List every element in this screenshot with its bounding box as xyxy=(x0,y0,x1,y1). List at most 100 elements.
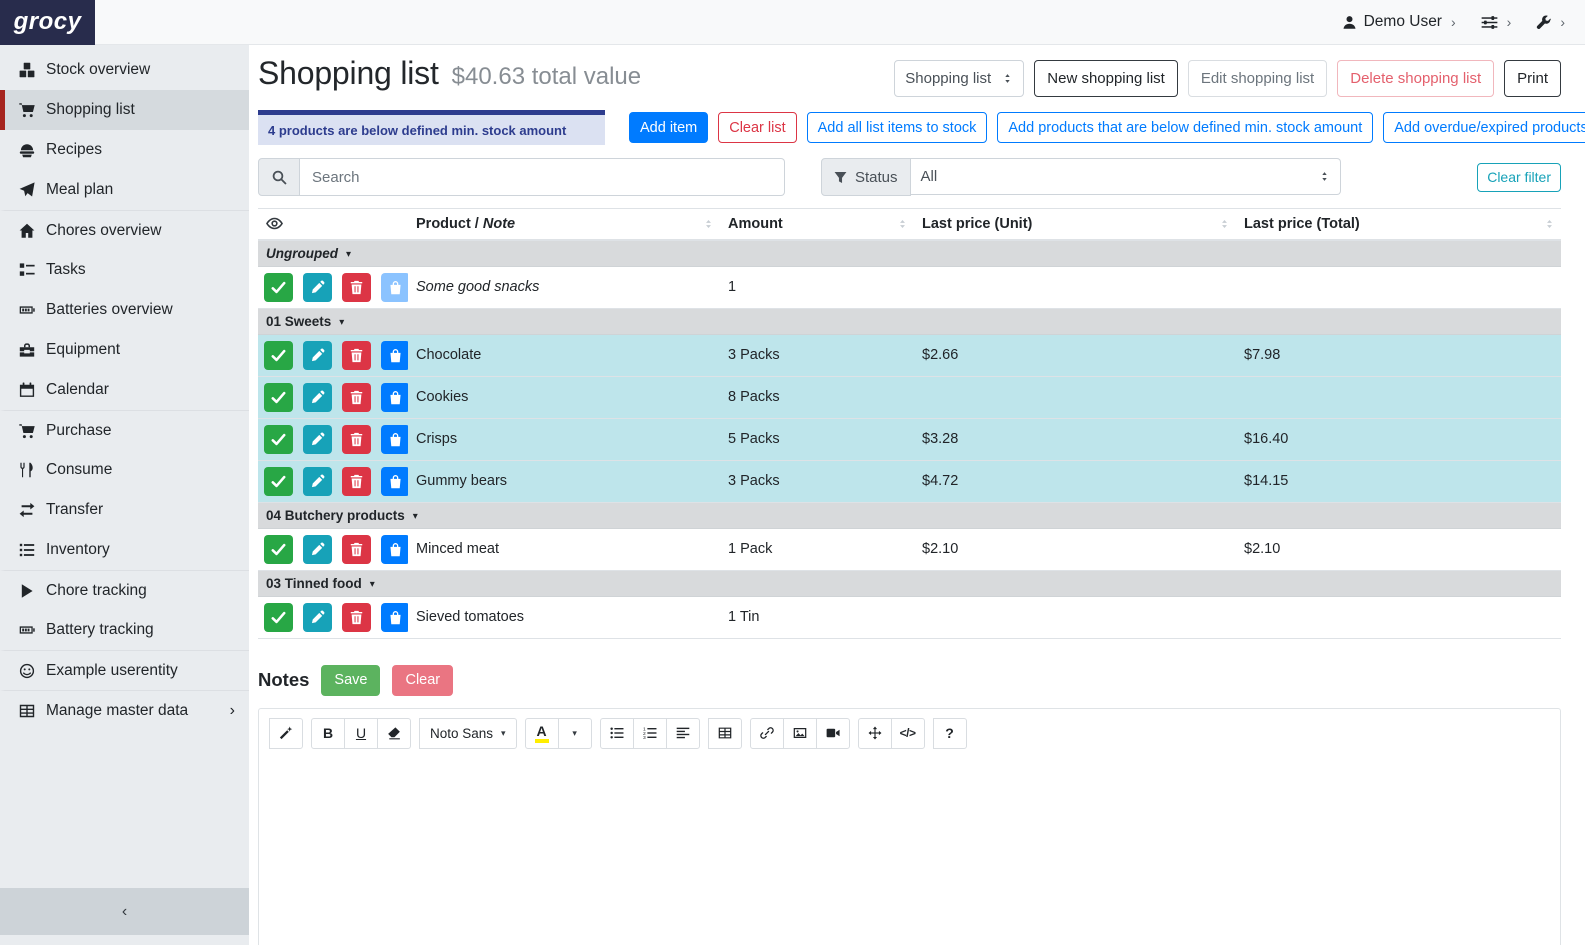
edit-item-button[interactable] xyxy=(303,603,332,632)
product-stock-button[interactable] xyxy=(381,467,408,496)
product-stock-button[interactable] xyxy=(381,535,408,564)
clear-list-button[interactable]: Clear list xyxy=(718,112,796,143)
edit-item-button[interactable] xyxy=(303,425,332,454)
delete-item-button[interactable] xyxy=(342,425,371,454)
sidebar-item-transfer[interactable]: Transfer › xyxy=(0,490,249,530)
app-logo[interactable]: grocy xyxy=(0,0,95,45)
edit-shopping-list-button[interactable]: Edit shopping list xyxy=(1188,60,1327,97)
edit-item-button[interactable] xyxy=(303,273,332,302)
fullscreen-button[interactable] xyxy=(858,718,892,749)
mark-done-button[interactable] xyxy=(264,273,293,302)
delete-item-button[interactable] xyxy=(342,383,371,412)
sidebar-item-tasks[interactable]: Tasks › xyxy=(0,250,249,290)
delete-item-button[interactable] xyxy=(342,467,371,496)
add-below-min-stock-button[interactable]: Add products that are below defined min.… xyxy=(997,112,1373,143)
mark-done-button[interactable] xyxy=(264,535,293,564)
last-price-total-cell: $2.10 xyxy=(1236,528,1561,570)
insert-video-button[interactable] xyxy=(816,718,850,749)
search-input[interactable] xyxy=(300,158,785,196)
group-header-row[interactable]: Ungrouped▾ xyxy=(258,240,1561,267)
delete-item-button[interactable] xyxy=(342,341,371,370)
sidebar-item-equipment[interactable]: Equipment › xyxy=(0,330,249,370)
notes-edit-area[interactable] xyxy=(259,758,1560,945)
mark-done-button[interactable] xyxy=(264,603,293,632)
sidebar-collapse-button[interactable]: ‹ xyxy=(0,888,249,935)
status-filter-select[interactable]: All xyxy=(911,158,1341,195)
print-button[interactable]: Print xyxy=(1504,60,1561,97)
group-header-row[interactable]: 04 Butchery products▾ xyxy=(258,502,1561,528)
sidebar-item-chore-tracking[interactable]: Chore tracking › xyxy=(0,570,249,610)
product-stock-button[interactable] xyxy=(381,341,408,370)
mark-done-button[interactable] xyxy=(264,383,293,412)
add-item-button[interactable]: Add item xyxy=(629,112,708,143)
sort-icon[interactable] xyxy=(1544,218,1555,229)
clear-notes-button[interactable]: Clear xyxy=(392,665,453,696)
paragraph-align-button[interactable] xyxy=(666,718,700,749)
insert-link-button[interactable] xyxy=(750,718,784,749)
clear-filter-button[interactable]: Clear filter xyxy=(1477,163,1561,192)
font-family-dropdown[interactable]: Noto Sans ▾ xyxy=(419,718,517,749)
sidebar-item-battery-tracking[interactable]: Battery tracking › xyxy=(0,610,249,650)
mark-done-button[interactable] xyxy=(264,341,293,370)
column-header-visibility[interactable] xyxy=(258,209,408,240)
ordered-list-button[interactable]: 123 xyxy=(633,718,667,749)
settings-menu[interactable]: › xyxy=(1481,14,1512,31)
insert-picture-button[interactable] xyxy=(783,718,817,749)
unordered-list-button[interactable] xyxy=(600,718,634,749)
sidebar-item-recipes[interactable]: Recipes › xyxy=(0,130,249,170)
mark-done-button[interactable] xyxy=(264,467,293,496)
product-stock-button[interactable] xyxy=(381,603,408,632)
sort-icon[interactable] xyxy=(703,218,714,229)
user-menu[interactable]: Demo User › xyxy=(1342,13,1456,31)
font-color-dropdown[interactable]: ▾ xyxy=(558,718,592,749)
sidebar-item-meal-plan[interactable]: Meal plan › xyxy=(0,170,249,210)
edit-item-button[interactable] xyxy=(303,383,332,412)
save-notes-button[interactable]: Save xyxy=(321,665,380,696)
sidebar-item-example-userentity[interactable]: Example userentity › xyxy=(0,650,249,690)
sidebar-item-batteries-overview[interactable]: Batteries overview › xyxy=(0,290,249,330)
sidebar-item-purchase[interactable]: Purchase › xyxy=(0,410,249,450)
shopping-list-selector[interactable]: Shopping list xyxy=(894,60,1024,97)
sort-icon[interactable] xyxy=(1219,218,1230,229)
sidebar-item-consume[interactable]: Consume › xyxy=(0,450,249,490)
sidebar-item-calendar[interactable]: Calendar › xyxy=(0,370,249,410)
delete-item-button[interactable] xyxy=(342,535,371,564)
insert-table-button[interactable] xyxy=(708,718,742,749)
product-stock-button[interactable] xyxy=(381,383,408,412)
sidebar-item-shopping-list[interactable]: Shopping list › xyxy=(0,90,249,130)
add-all-to-stock-button[interactable]: Add all list items to stock xyxy=(807,112,988,143)
clear-formatting-button[interactable] xyxy=(377,718,411,749)
column-header-last-price-total[interactable]: Last price (Total) xyxy=(1236,209,1561,240)
code-view-button[interactable]: </> xyxy=(891,718,925,749)
delete-item-button[interactable] xyxy=(342,603,371,632)
sidebar-item-inventory[interactable]: Inventory › xyxy=(0,530,249,570)
font-color-button[interactable]: A xyxy=(525,718,559,749)
add-overdue-button[interactable]: Add overdue/expired products xyxy=(1383,112,1585,143)
group-header-row[interactable]: 01 Sweets▾ xyxy=(258,308,1561,334)
min-stock-alert[interactable]: 4 products are below defined min. stock … xyxy=(258,110,605,145)
group-header-row[interactable]: 03 Tinned food▾ xyxy=(258,570,1561,596)
column-header-amount[interactable]: Amount xyxy=(720,209,914,240)
paragraph-style-button[interactable] xyxy=(269,718,303,749)
sidebar-item-stock-overview[interactable]: Stock overview › xyxy=(0,50,249,90)
sort-icon[interactable] xyxy=(897,218,908,229)
delete-shopping-list-button[interactable]: Delete shopping list xyxy=(1337,60,1494,97)
status-filter-value: All xyxy=(921,168,938,185)
edit-item-button[interactable] xyxy=(303,535,332,564)
edit-item-button[interactable] xyxy=(303,467,332,496)
edit-item-button[interactable] xyxy=(303,341,332,370)
bold-button[interactable]: B xyxy=(311,718,345,749)
new-shopping-list-button[interactable]: New shopping list xyxy=(1034,60,1178,97)
sidebar-item-manage-master-data[interactable]: Manage master data › xyxy=(0,690,249,730)
column-header-product[interactable]: Product / Note xyxy=(408,209,720,240)
help-button[interactable]: ? xyxy=(933,718,967,749)
admin-menu[interactable]: › xyxy=(1536,14,1565,30)
last-price-unit-cell xyxy=(914,266,1236,308)
column-header-last-price-unit[interactable]: Last price (Unit) xyxy=(914,209,1236,240)
mark-done-button[interactable] xyxy=(264,425,293,454)
sidebar-item-chores-overview[interactable]: Chores overview › xyxy=(0,210,249,250)
product-stock-button[interactable] xyxy=(381,273,408,302)
product-stock-button[interactable] xyxy=(381,425,408,454)
underline-button[interactable]: U xyxy=(344,718,378,749)
delete-item-button[interactable] xyxy=(342,273,371,302)
